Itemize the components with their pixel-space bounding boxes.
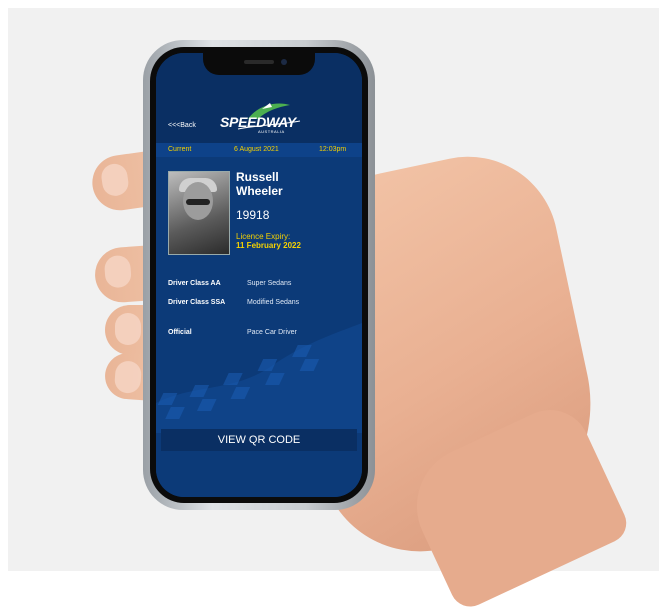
- info-bar: Current 6 August 2021 12:03pm: [156, 143, 362, 157]
- back-button[interactable]: <<<Back: [168, 122, 196, 129]
- driver-first-name: Russell: [236, 170, 279, 184]
- class-label: Driver Class AA: [168, 280, 221, 287]
- driver-number: 19918: [236, 208, 270, 222]
- class-value: Modified Sedans: [247, 299, 300, 306]
- speaker-icon: [244, 60, 274, 64]
- logo-subtext: AUSTRALIA: [258, 129, 285, 134]
- camera-icon: [281, 59, 287, 65]
- driver-photo: [168, 171, 230, 255]
- licence-status: Current: [168, 146, 192, 153]
- checkered-flag-graphic: [156, 323, 362, 433]
- current-time: 12:03pm: [319, 146, 347, 153]
- phone-screen: <<<Back SPEEDWAY AUSTRALIA Current 6 Aug…: [156, 53, 362, 497]
- class-value: Super Sedans: [247, 280, 292, 287]
- licence-expiry-label: Licence Expiry:: [236, 232, 291, 241]
- speedway-logo: SPEEDWAY AUSTRALIA: [218, 99, 308, 135]
- licence-expiry-date: 11 February 2022: [236, 241, 301, 250]
- driver-last-name: Wheeler: [236, 184, 283, 198]
- phone-notch: [203, 53, 315, 75]
- current-date: 6 August 2021: [234, 146, 279, 153]
- logo-text: SPEEDWAY: [220, 114, 296, 130]
- class-label: Driver Class SSA: [168, 299, 226, 306]
- screen-footer: [156, 451, 362, 497]
- driver-name: Russell Wheeler: [236, 170, 346, 198]
- view-qr-code-button[interactable]: VIEW QR CODE: [161, 429, 357, 451]
